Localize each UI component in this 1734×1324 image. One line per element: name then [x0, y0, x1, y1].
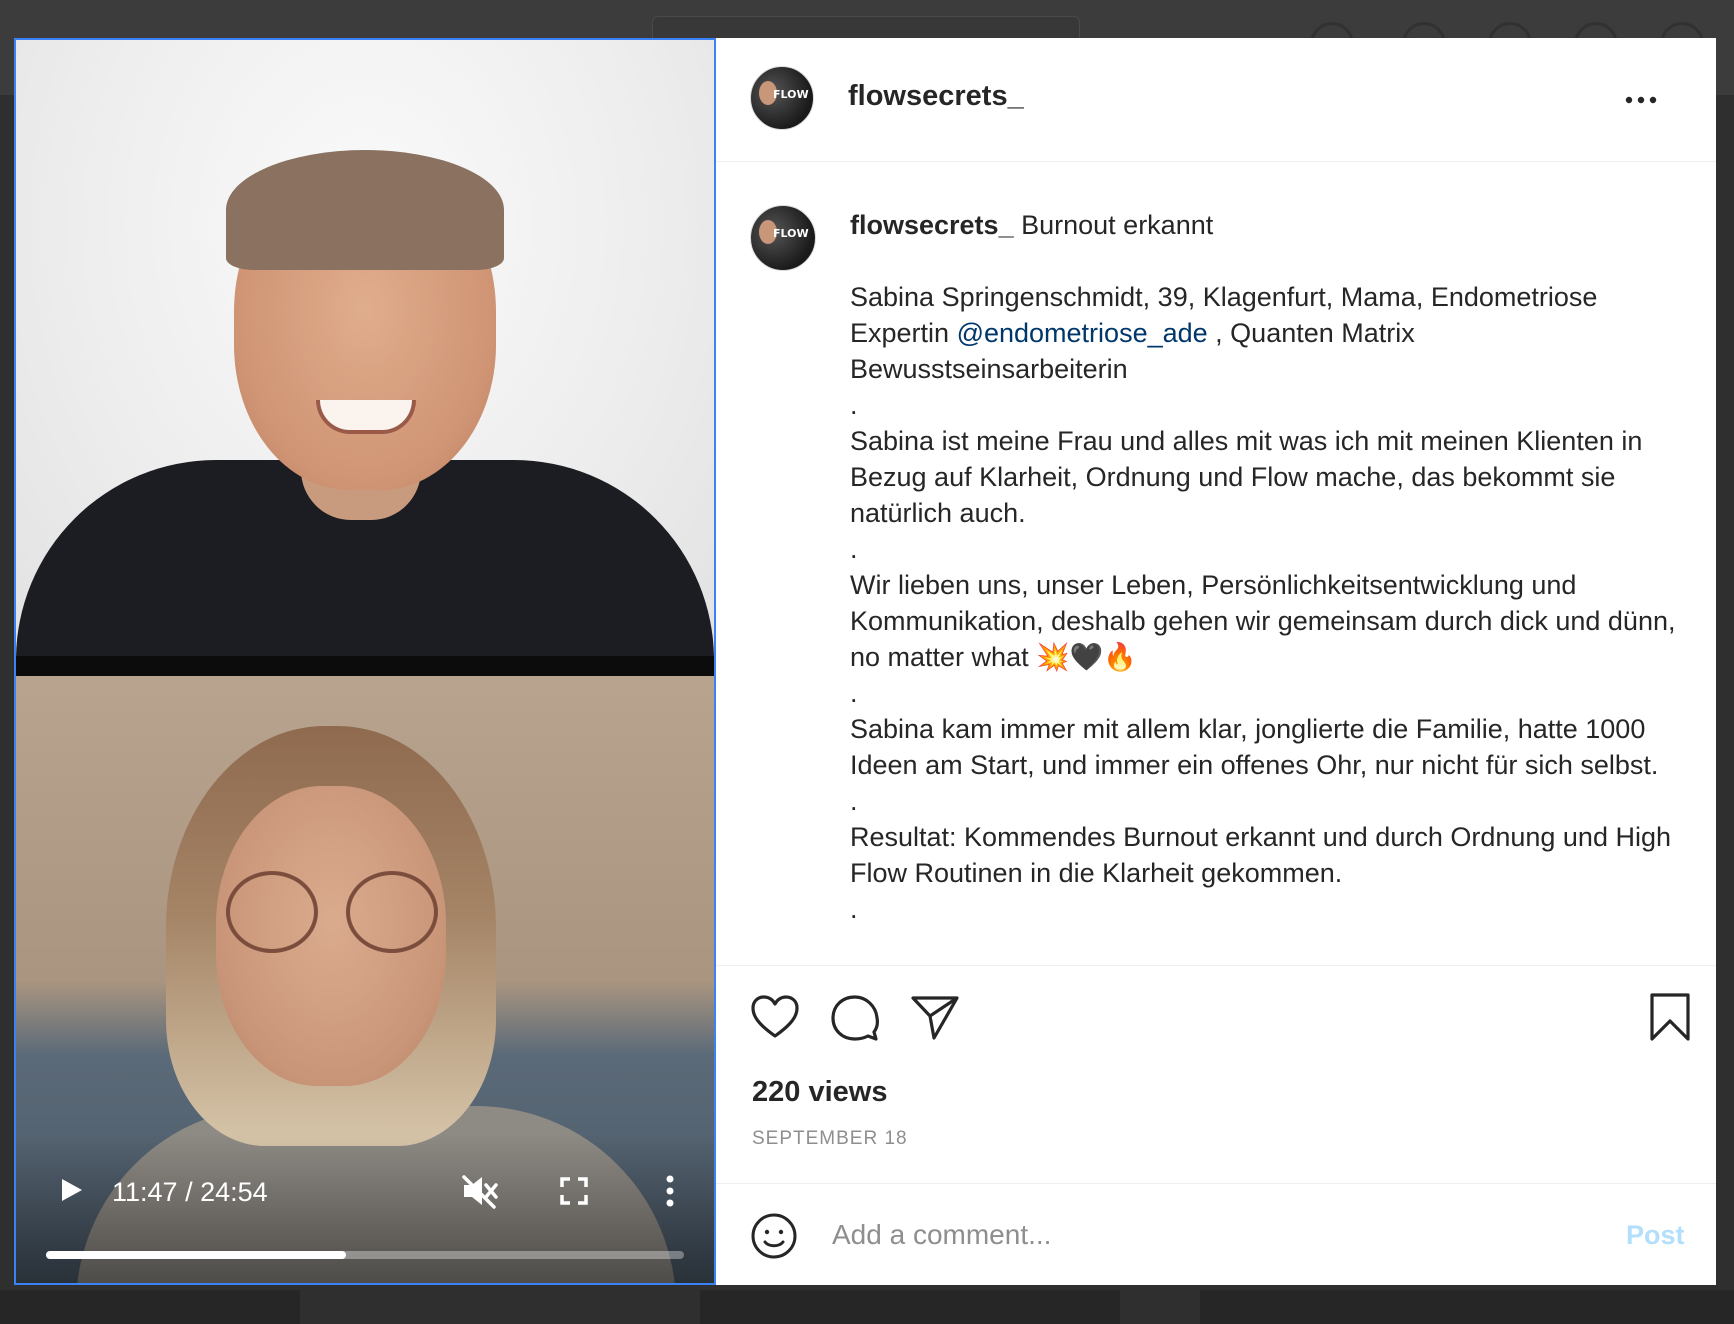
post-side-panel: FLOW flowsecrets_ FLOW flowsecrets_ Burn… [716, 38, 1716, 1285]
caption-paragraph: Sabina kam immer mit allem klar, jonglie… [850, 714, 1659, 780]
fullscreen-icon [560, 1177, 588, 1205]
video-split-divider [16, 656, 714, 676]
comment-bar: Post [716, 1183, 1716, 1285]
caption-paragraph: Sabina ist meine Frau und alles mit was … [850, 426, 1643, 528]
video-player[interactable]: 11:47 / 24:54 [14, 38, 716, 1285]
play-icon [62, 1179, 82, 1201]
paper-plane-icon [911, 996, 959, 1040]
heart-icon [751, 995, 799, 1038]
emoji-button[interactable] [750, 1212, 798, 1260]
caption-intro: Sabina Springenschmidt, 39, Klagenfurt, … [850, 279, 1690, 387]
video-guest-glasses-right [346, 871, 438, 953]
video-controls: 11:47 / 24:54 [16, 1133, 714, 1283]
comment-button[interactable] [830, 994, 880, 1042]
smiley-icon [751, 1213, 797, 1259]
mute-button[interactable] [460, 1173, 500, 1209]
video-more-button[interactable] [662, 1173, 678, 1209]
kebab-icon [666, 1175, 674, 1207]
video-progress-fill [46, 1251, 346, 1259]
post-comment-button[interactable]: Post [1626, 1220, 1685, 1251]
fullscreen-button[interactable] [558, 1175, 590, 1207]
ellipsis-icon [1625, 96, 1657, 104]
post-caption: flowsecrets_ Burnout erkannt Sabina Spri… [850, 207, 1690, 927]
play-button[interactable] [56, 1175, 86, 1205]
bookmark-icon [1650, 993, 1690, 1041]
caption-paragraph: Wir lieben uns, unser Leben, Persönlichk… [850, 570, 1676, 672]
caption-dot: . [850, 678, 858, 708]
caption-dot: . [850, 786, 858, 816]
caption-title: Burnout erkannt [1021, 210, 1214, 240]
avatar-logo-text: FLOW [773, 88, 809, 101]
caption-dot: . [850, 534, 858, 564]
video-progress-bar[interactable] [46, 1251, 684, 1259]
dimmed-thumbnail [1200, 1290, 1734, 1324]
post-username[interactable]: flowsecrets_ [848, 80, 1024, 113]
post-date[interactable]: SEPTEMBER 18 [752, 1128, 908, 1150]
avatar[interactable]: FLOW [750, 66, 814, 130]
caption-paragraph: Resultat: Kommendes Burnout erkannt und … [850, 822, 1671, 888]
dimmed-thumbnail [700, 1290, 1120, 1324]
video-guest-glasses-left [226, 871, 318, 953]
share-button[interactable] [910, 994, 960, 1040]
post-header: FLOW flowsecrets_ [716, 38, 1716, 162]
caption-dot: . [850, 390, 858, 420]
caption-username[interactable]: flowsecrets_ [850, 210, 1014, 240]
caption-dot: . [850, 894, 858, 924]
muted-speaker-icon [462, 1175, 498, 1209]
caption-avatar[interactable]: FLOW [750, 205, 816, 271]
caption-scroll-area[interactable]: FLOW flowsecrets_ Burnout erkannt Sabina… [716, 163, 1716, 965]
video-frame-host [16, 40, 714, 656]
save-button[interactable] [1648, 992, 1692, 1042]
speech-bubble-icon [831, 995, 879, 1041]
post-options-button[interactable] [1624, 90, 1658, 110]
dimmed-thumbnail [0, 1290, 300, 1324]
caption-mention-link[interactable]: @endometriose_ade [957, 318, 1208, 348]
post-modal: 11:47 / 24:54 FLOW flowsecrets_ FLOW flo… [14, 38, 1716, 1285]
avatar-logo-text: FLOW [773, 227, 809, 240]
video-time: 11:47 / 24:54 [112, 1177, 268, 1207]
view-count[interactable]: 220 views [752, 1076, 887, 1109]
like-button[interactable] [750, 994, 800, 1040]
comment-input[interactable] [832, 1210, 1592, 1260]
caption-header: flowsecrets_ Burnout erkannt [850, 207, 1690, 243]
video-person-hair [226, 150, 504, 270]
